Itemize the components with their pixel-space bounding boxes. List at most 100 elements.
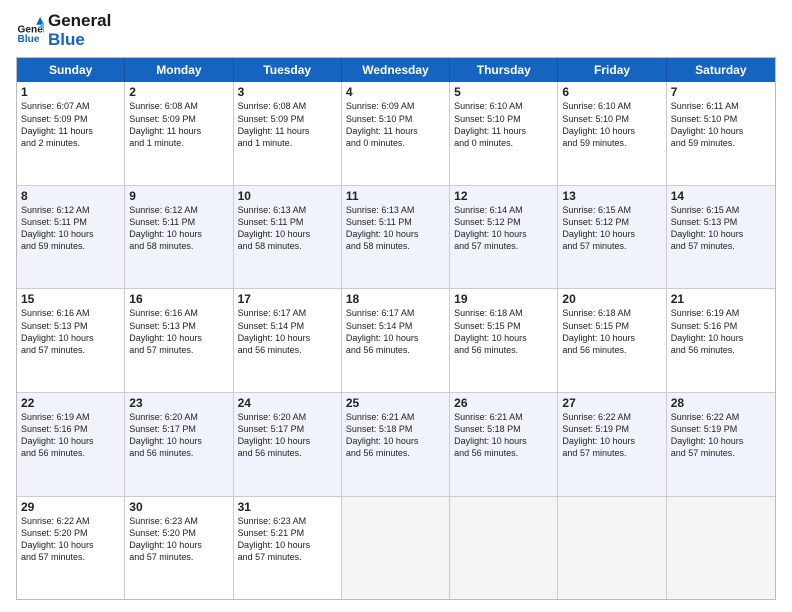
- day-number: 3: [238, 85, 337, 99]
- day-number: 30: [129, 500, 228, 514]
- day-info: Sunrise: 6:21 AM Sunset: 5:18 PM Dayligh…: [346, 411, 445, 460]
- calendar-cell: 26Sunrise: 6:21 AM Sunset: 5:18 PM Dayli…: [450, 393, 558, 496]
- calendar-cell: 3Sunrise: 6:08 AM Sunset: 5:09 PM Daylig…: [234, 82, 342, 185]
- day-info: Sunrise: 6:19 AM Sunset: 5:16 PM Dayligh…: [671, 307, 771, 356]
- day-number: 5: [454, 85, 553, 99]
- day-number: 9: [129, 189, 228, 203]
- calendar-cell: 22Sunrise: 6:19 AM Sunset: 5:16 PM Dayli…: [17, 393, 125, 496]
- calendar-cell: [342, 497, 450, 600]
- day-number: 21: [671, 292, 771, 306]
- day-number: 28: [671, 396, 771, 410]
- day-info: Sunrise: 6:23 AM Sunset: 5:21 PM Dayligh…: [238, 515, 337, 564]
- day-number: 17: [238, 292, 337, 306]
- day-number: 29: [21, 500, 120, 514]
- calendar-cell: 15Sunrise: 6:16 AM Sunset: 5:13 PM Dayli…: [17, 289, 125, 392]
- calendar-cell: 30Sunrise: 6:23 AM Sunset: 5:20 PM Dayli…: [125, 497, 233, 600]
- calendar-cell: 25Sunrise: 6:21 AM Sunset: 5:18 PM Dayli…: [342, 393, 450, 496]
- calendar-cell: 21Sunrise: 6:19 AM Sunset: 5:16 PM Dayli…: [667, 289, 775, 392]
- day-info: Sunrise: 6:12 AM Sunset: 5:11 PM Dayligh…: [21, 204, 120, 253]
- day-number: 8: [21, 189, 120, 203]
- calendar-cell: 24Sunrise: 6:20 AM Sunset: 5:17 PM Dayli…: [234, 393, 342, 496]
- calendar-cell: 17Sunrise: 6:17 AM Sunset: 5:14 PM Dayli…: [234, 289, 342, 392]
- calendar-row-2: 8Sunrise: 6:12 AM Sunset: 5:11 PM Daylig…: [17, 185, 775, 289]
- day-info: Sunrise: 6:22 AM Sunset: 5:19 PM Dayligh…: [671, 411, 771, 460]
- day-number: 11: [346, 189, 445, 203]
- day-number: 19: [454, 292, 553, 306]
- calendar-cell: 18Sunrise: 6:17 AM Sunset: 5:14 PM Dayli…: [342, 289, 450, 392]
- logo-blue: Blue: [48, 31, 111, 50]
- day-number: 12: [454, 189, 553, 203]
- day-number: 1: [21, 85, 120, 99]
- day-info: Sunrise: 6:23 AM Sunset: 5:20 PM Dayligh…: [129, 515, 228, 564]
- header-friday: Friday: [558, 58, 666, 82]
- day-number: 18: [346, 292, 445, 306]
- calendar-cell: 10Sunrise: 6:13 AM Sunset: 5:11 PM Dayli…: [234, 186, 342, 289]
- day-number: 7: [671, 85, 771, 99]
- day-info: Sunrise: 6:20 AM Sunset: 5:17 PM Dayligh…: [129, 411, 228, 460]
- header-tuesday: Tuesday: [234, 58, 342, 82]
- day-info: Sunrise: 6:15 AM Sunset: 5:12 PM Dayligh…: [562, 204, 661, 253]
- day-number: 15: [21, 292, 120, 306]
- calendar-cell: [667, 497, 775, 600]
- day-info: Sunrise: 6:20 AM Sunset: 5:17 PM Dayligh…: [238, 411, 337, 460]
- day-number: 14: [671, 189, 771, 203]
- logo: General Blue General Blue: [16, 12, 111, 49]
- day-info: Sunrise: 6:11 AM Sunset: 5:10 PM Dayligh…: [671, 100, 771, 149]
- calendar-cell: 12Sunrise: 6:14 AM Sunset: 5:12 PM Dayli…: [450, 186, 558, 289]
- day-number: 6: [562, 85, 661, 99]
- header-monday: Monday: [125, 58, 233, 82]
- day-number: 31: [238, 500, 337, 514]
- day-info: Sunrise: 6:10 AM Sunset: 5:10 PM Dayligh…: [562, 100, 661, 149]
- calendar-cell: 7Sunrise: 6:11 AM Sunset: 5:10 PM Daylig…: [667, 82, 775, 185]
- header-saturday: Saturday: [667, 58, 775, 82]
- day-info: Sunrise: 6:15 AM Sunset: 5:13 PM Dayligh…: [671, 204, 771, 253]
- day-number: 25: [346, 396, 445, 410]
- calendar-cell: 14Sunrise: 6:15 AM Sunset: 5:13 PM Dayli…: [667, 186, 775, 289]
- svg-text:Blue: Blue: [18, 34, 40, 45]
- day-info: Sunrise: 6:22 AM Sunset: 5:19 PM Dayligh…: [562, 411, 661, 460]
- calendar-row-5: 29Sunrise: 6:22 AM Sunset: 5:20 PM Dayli…: [17, 496, 775, 600]
- calendar-cell: 23Sunrise: 6:20 AM Sunset: 5:17 PM Dayli…: [125, 393, 233, 496]
- day-info: Sunrise: 6:12 AM Sunset: 5:11 PM Dayligh…: [129, 204, 228, 253]
- calendar-body: 1Sunrise: 6:07 AM Sunset: 5:09 PM Daylig…: [17, 82, 775, 599]
- logo-icon: General Blue: [16, 17, 44, 45]
- day-info: Sunrise: 6:13 AM Sunset: 5:11 PM Dayligh…: [346, 204, 445, 253]
- day-info: Sunrise: 6:08 AM Sunset: 5:09 PM Dayligh…: [238, 100, 337, 149]
- day-info: Sunrise: 6:16 AM Sunset: 5:13 PM Dayligh…: [129, 307, 228, 356]
- day-info: Sunrise: 6:16 AM Sunset: 5:13 PM Dayligh…: [21, 307, 120, 356]
- calendar-cell: 13Sunrise: 6:15 AM Sunset: 5:12 PM Dayli…: [558, 186, 666, 289]
- day-number: 26: [454, 396, 553, 410]
- day-number: 4: [346, 85, 445, 99]
- day-info: Sunrise: 6:13 AM Sunset: 5:11 PM Dayligh…: [238, 204, 337, 253]
- day-number: 13: [562, 189, 661, 203]
- calendar-cell: [558, 497, 666, 600]
- day-info: Sunrise: 6:17 AM Sunset: 5:14 PM Dayligh…: [238, 307, 337, 356]
- calendar-cell: 2Sunrise: 6:08 AM Sunset: 5:09 PM Daylig…: [125, 82, 233, 185]
- day-info: Sunrise: 6:21 AM Sunset: 5:18 PM Dayligh…: [454, 411, 553, 460]
- header: General Blue General Blue: [16, 12, 776, 49]
- day-number: 20: [562, 292, 661, 306]
- page: General Blue General Blue Sunday Monday …: [0, 0, 792, 612]
- calendar-cell: 20Sunrise: 6:18 AM Sunset: 5:15 PM Dayli…: [558, 289, 666, 392]
- calendar-cell: [450, 497, 558, 600]
- calendar-cell: 31Sunrise: 6:23 AM Sunset: 5:21 PM Dayli…: [234, 497, 342, 600]
- calendar-cell: 5Sunrise: 6:10 AM Sunset: 5:10 PM Daylig…: [450, 82, 558, 185]
- day-number: 23: [129, 396, 228, 410]
- day-number: 27: [562, 396, 661, 410]
- calendar-header: Sunday Monday Tuesday Wednesday Thursday…: [17, 58, 775, 82]
- calendar-cell: 16Sunrise: 6:16 AM Sunset: 5:13 PM Dayli…: [125, 289, 233, 392]
- day-number: 22: [21, 396, 120, 410]
- calendar: Sunday Monday Tuesday Wednesday Thursday…: [16, 57, 776, 600]
- day-info: Sunrise: 6:18 AM Sunset: 5:15 PM Dayligh…: [454, 307, 553, 356]
- calendar-cell: 4Sunrise: 6:09 AM Sunset: 5:10 PM Daylig…: [342, 82, 450, 185]
- calendar-cell: 29Sunrise: 6:22 AM Sunset: 5:20 PM Dayli…: [17, 497, 125, 600]
- calendar-cell: 1Sunrise: 6:07 AM Sunset: 5:09 PM Daylig…: [17, 82, 125, 185]
- calendar-row-3: 15Sunrise: 6:16 AM Sunset: 5:13 PM Dayli…: [17, 288, 775, 392]
- day-number: 16: [129, 292, 228, 306]
- calendar-row-4: 22Sunrise: 6:19 AM Sunset: 5:16 PM Dayli…: [17, 392, 775, 496]
- header-sunday: Sunday: [17, 58, 125, 82]
- calendar-cell: 27Sunrise: 6:22 AM Sunset: 5:19 PM Dayli…: [558, 393, 666, 496]
- calendar-row-1: 1Sunrise: 6:07 AM Sunset: 5:09 PM Daylig…: [17, 82, 775, 185]
- logo-general: General: [48, 12, 111, 31]
- day-info: Sunrise: 6:17 AM Sunset: 5:14 PM Dayligh…: [346, 307, 445, 356]
